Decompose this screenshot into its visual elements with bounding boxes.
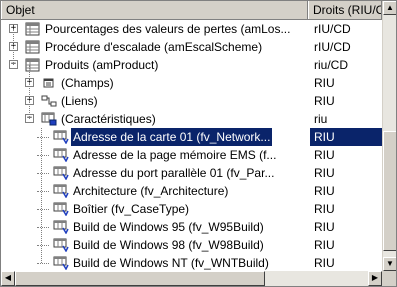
tree-connector — [37, 155, 49, 156]
tree-row[interactable]: + (Champs) RIU — [1, 74, 382, 92]
tree-row-label: Adresse de la carte 01 (fv_Network... — [71, 128, 273, 146]
tree-row-label: (Liens) — [61, 94, 98, 108]
tree-row-label: Build de Windows 98 (fv_W98Build) — [73, 238, 264, 252]
feature-item-icon — [53, 148, 69, 163]
tree-row[interactable]: − Produits (amProduct) riu/CD — [1, 56, 382, 74]
tree-row-label: (Caractéristiques) — [61, 112, 156, 126]
tree-row-label: Procédure d'escalade (amEscalScheme) — [45, 40, 263, 54]
tree-row-rights: RIU — [310, 128, 382, 146]
tree-row-rights: RIU — [314, 166, 335, 180]
table-icon — [25, 22, 41, 36]
column-header-rights[interactable]: Droits (RIU/C — [308, 1, 382, 19]
column-header-bar: Objet Droits (RIU/C — [1, 1, 382, 20]
tree-connector — [37, 263, 49, 264]
tree-row[interactable]: Boîtier (fv_CaseType) RIU — [1, 200, 382, 218]
tree-row-rights: rIU/CD — [314, 40, 351, 54]
vertical-scrollbar[interactable]: ▲ ▼ — [382, 1, 396, 271]
tree-row-rights: RIU — [314, 220, 335, 234]
tree-row[interactable]: Adresse de la carte 01 (fv_Network... RIU — [1, 128, 382, 146]
tree-row-label: Adresse du port parallèle 01 (fv_Par... — [73, 166, 275, 180]
tree-connector — [37, 245, 49, 246]
tree-row-label: Boîtier (fv_CaseType) — [73, 202, 190, 216]
tree-row-label: Build de Windows NT (fv_WNTBuild) — [73, 256, 269, 270]
tree-row[interactable]: Adresse de la page mémoire EMS (f... RIU — [1, 146, 382, 164]
tree-row[interactable]: Build de Windows NT (fv_WNTBuild) RIU — [1, 254, 382, 270]
tree-row-rights: RIU — [314, 256, 335, 270]
scroll-up-icon[interactable]: ▲ — [383, 1, 396, 15]
tree-connector — [37, 227, 49, 228]
feature-item-icon — [53, 220, 69, 235]
tree-connector — [29, 65, 30, 119]
feature-item-icon — [53, 256, 69, 270]
tree-row[interactable]: + (Liens) RIU — [1, 92, 382, 110]
scroll-right-icon[interactable]: ▶ — [368, 271, 382, 286]
tree-row-label: Build de Windows 95 (fv_W95Build) — [73, 220, 264, 234]
tree-row-rights: RIU — [314, 238, 335, 252]
tree-row-label: (Champs) — [61, 76, 114, 90]
feature-item-icon — [53, 130, 69, 145]
fields-icon — [41, 76, 57, 90]
tree-row[interactable]: Adresse du port parallèle 01 (fv_Par... R… — [1, 164, 382, 182]
tree-connector — [13, 29, 14, 65]
scroll-down-icon[interactable]: ▼ — [383, 257, 396, 271]
tree-row-rights: rIU/CD — [314, 22, 351, 36]
tree-row[interactable]: + Pourcentages des valeurs de pertes (amL… — [1, 20, 382, 38]
tree-row[interactable]: Architecture (fv_Architecture) RIU — [1, 182, 382, 200]
tree-connector — [37, 137, 49, 138]
tree-row-label: Pourcentages des valeurs de pertes (amLo… — [45, 22, 291, 36]
tree-row[interactable]: + Procédure d'escalade (amEscalScheme) rIU… — [1, 38, 382, 56]
tree-row[interactable]: Build de Windows 98 (fv_W98Build) RIU — [1, 236, 382, 254]
tree-rows: + Pourcentages des valeurs de pertes (amL… — [1, 20, 382, 270]
tree-row-rights: RIU — [314, 202, 335, 216]
tree-row-label: Architecture (fv_Architecture) — [73, 184, 229, 198]
tree-row[interactable]: − (Caractéristiques) riu — [1, 110, 382, 128]
tree-row-label: Adresse de la page mémoire EMS (f... — [73, 148, 277, 162]
tree-row-rights: RIU — [314, 184, 335, 198]
tree-row-rights: RIU — [314, 94, 335, 108]
tree-row-label: Produits (amProduct) — [45, 58, 159, 72]
tree-row-rights: RIU — [314, 148, 335, 162]
tree-connector — [37, 209, 49, 210]
feature-item-icon — [53, 166, 69, 181]
tree-connector — [41, 128, 42, 263]
column-header-object[interactable]: Objet — [1, 1, 308, 19]
tree-list-view: Objet Droits (RIU/C + Pourcentages des va… — [0, 0, 397, 287]
scrollbar-corner — [382, 271, 396, 286]
horizontal-scroll-thumb[interactable] — [15, 271, 265, 286]
feature-item-icon — [53, 238, 69, 253]
links-icon — [41, 94, 57, 108]
scroll-left-icon[interactable]: ◀ — [1, 271, 15, 286]
tree-connector — [37, 191, 49, 192]
tree-connector — [37, 173, 49, 174]
tree-row-rights: riu/CD — [314, 58, 349, 72]
features-icon — [41, 112, 57, 126]
feature-item-icon — [53, 184, 69, 199]
horizontal-scrollbar[interactable]: ◀ ▶ — [1, 271, 382, 286]
tree-row-rights: RIU — [314, 76, 335, 90]
feature-item-icon — [53, 202, 69, 217]
table-icon — [25, 40, 41, 54]
tree-row[interactable]: Build de Windows 95 (fv_W95Build) RIU — [1, 218, 382, 236]
vertical-scroll-thumb[interactable] — [383, 131, 396, 251]
tree-row-rights: riu — [314, 112, 328, 126]
table-icon — [25, 58, 41, 72]
